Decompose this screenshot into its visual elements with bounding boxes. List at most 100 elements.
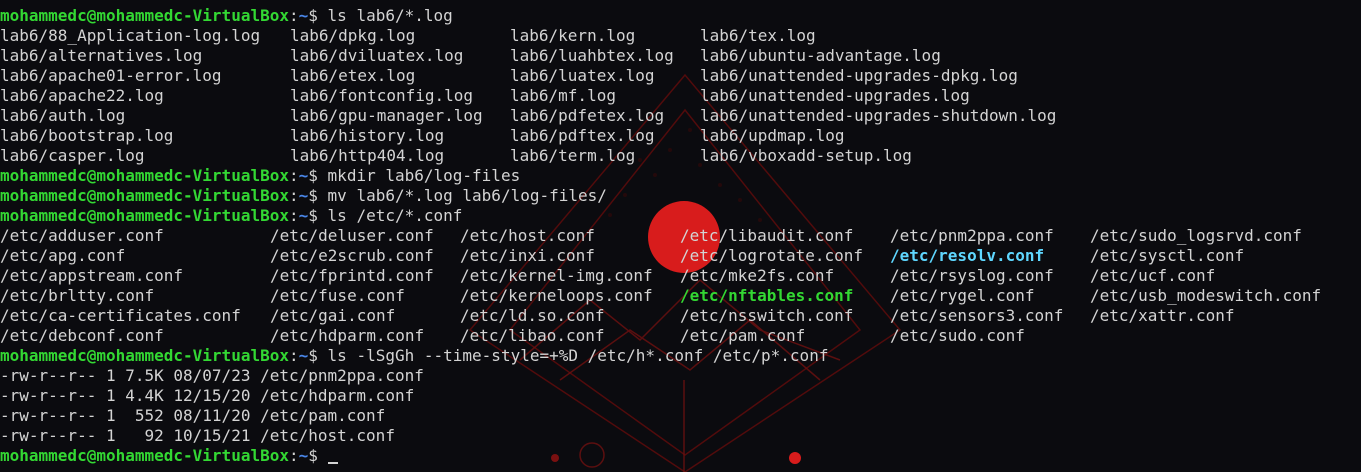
prompt-path: ~ [298,206,309,225]
file-entry: /etc/nsswitch.conf [680,306,854,325]
file-entry: lab6/alternatives.log [0,46,203,65]
prompt-line: mohammedc@mohammedc-VirtualBox:~$ mv lab… [0,186,1361,206]
file-entry: lab6/unattended-upgrades.log [700,86,970,105]
file-entry: /etc/usb_modeswitch.conf [1090,286,1322,305]
file-entry: /etc/sysctl.conf [1090,246,1245,265]
file-entry: lab6/bootstrap.log [0,126,174,145]
prompt-symbol: $ [308,446,318,465]
file-entry: /etc/ca-certificates.conf [0,306,241,325]
file-entry: /etc/gai.conf [270,306,396,325]
file-entry: lab6/apache01-error.log [0,66,222,85]
prompt-colon: : [288,446,299,465]
file-entry: /etc/fprintd.conf [270,266,434,285]
conf-listing-row: /etc/adduser.conf/etc/deluser.conf/etc/h… [0,226,1361,246]
file-entry: lab6/updmap.log [700,126,845,145]
file-entry: lab6/kern.log [510,26,636,45]
command-text: mkdir lab6/log-files [327,166,521,185]
file-entry: /etc/pam.conf [680,326,806,345]
file-entry: /etc/deluser.conf [270,226,434,245]
log-listing-row: lab6/bootstrap.log lab6/history.log lab6/p… [0,126,1361,146]
command-text: ls -lSgGh --time-style=+%D /etc/h*.conf … [327,346,829,365]
prompt-line: mohammedc@mohammedc-VirtualBox:~$ [0,446,1361,466]
file-entry: /etc/ld.so.conf [460,306,605,325]
long-listing-entry: -rw-r--r-- 1 4.4K 12/15/20 /etc/hdparm.c… [0,386,415,405]
file-entry: /etc/debconf.conf [0,326,164,345]
file-entry: /etc/apg.conf [0,246,126,265]
prompt-user-host: mohammedc@mohammedc-VirtualBox [0,206,289,225]
prompt-line: mohammedc@mohammedc-VirtualBox:~$ mkdir … [0,166,1361,186]
log-listing-row: lab6/apache01-error.log lab6/etex.log lab6… [0,66,1361,86]
file-entry: lab6/pdftex.log [510,126,655,145]
file-entry: /etc/resolv.conf [890,246,1045,265]
file-entry: lab6/auth.log [0,106,126,125]
prompt-path: ~ [298,346,309,365]
file-entry: /etc/sudo_logsrvd.conf [1090,226,1302,245]
prompt-path: ~ [298,186,309,205]
file-entry: lab6/history.log [290,126,445,145]
prompt-colon: : [288,346,299,365]
file-entry: /etc/sudo.conf [890,326,1025,345]
file-entry: /etc/host.conf [460,226,595,245]
prompt-path: ~ [298,446,309,465]
file-entry: /etc/inxi.conf [460,246,595,265]
prompt-line: mohammedc@mohammedc-VirtualBox:~$ ls /et… [0,206,1361,226]
prompt-symbol: $ [308,346,318,365]
file-entry: lab6/dpkg.log [290,26,416,45]
prompt-symbol: $ [308,206,318,225]
file-entry: lab6/gpu-manager.log [290,106,483,125]
file-entry: /etc/ucf.conf [1090,266,1216,285]
log-listing-row: lab6/88_Application-log.log lab6/dpkg.log… [0,26,1361,46]
conf-listing-row: /etc/brltty.conf/etc/fuse.conf/etc/kerne… [0,286,1361,306]
prompt-line: mohammedc@mohammedc-VirtualBox:~$ ls lab… [0,6,1361,26]
prompt-symbol: $ [308,166,318,185]
prompt-line: mohammedc@mohammedc-VirtualBox:~$ ls -lS… [0,346,1361,366]
file-entry: /etc/hdparm.conf [270,326,425,345]
command-text: ls /etc/*.conf [327,206,463,225]
file-entry: lab6/88_Application-log.log [0,26,261,45]
prompt-user-host: mohammedc@mohammedc-VirtualBox [0,446,289,465]
file-entry: lab6/dviluatex.log [290,46,464,65]
file-entry: /etc/logrotate.conf [680,246,864,265]
prompt-colon: : [288,206,299,225]
file-entry: lab6/unattended-upgrades-dpkg.log [700,66,1018,85]
long-listing-row: -rw-r--r-- 1 7.5K 08/07/23 /etc/pnm2ppa.… [0,366,1361,386]
file-entry: /etc/sensors3.conf [890,306,1064,325]
file-entry: /etc/mke2fs.conf [680,266,835,285]
file-entry: /etc/brltty.conf [0,286,155,305]
prompt-user-host: mohammedc@mohammedc-VirtualBox [0,346,289,365]
file-entry: lab6/vboxadd-setup.log [700,146,912,165]
file-entry: /etc/rygel.conf [890,286,1035,305]
file-entry: lab6/mf.log [510,86,616,105]
log-listing-row: lab6/apache22.log lab6/fontconfig.log lab6… [0,86,1361,106]
file-entry: lab6/etex.log [290,66,416,85]
prompt-colon: : [288,186,299,205]
long-listing-entry: -rw-r--r-- 1 7.5K 08/07/23 /etc/pnm2ppa.… [0,366,424,385]
long-listing-row: -rw-r--r-- 1 92 10/15/21 /etc/host.conf [0,426,1361,446]
file-entry: /etc/adduser.conf [0,226,164,245]
file-entry: lab6/pdfetex.log [510,106,665,125]
long-listing-entry: -rw-r--r-- 1 552 08/11/20 /etc/pam.conf [0,406,386,425]
terminal-output: mohammedc@mohammedc-VirtualBox:~$ ls lab… [0,6,1361,466]
file-entry: /etc/xattr.conf [1090,306,1235,325]
text-cursor[interactable] [327,462,338,464]
file-entry: /etc/kernel-img.conf [460,266,653,285]
long-listing-entry: -rw-r--r-- 1 92 10/15/21 /etc/host.conf [0,426,395,445]
file-entry: /etc/e2scrub.conf [270,246,434,265]
prompt-user-host: mohammedc@mohammedc-VirtualBox [0,166,289,185]
conf-listing-row: /etc/ca-certificates.conf/etc/gai.conf/e… [0,306,1361,326]
file-entry: lab6/unattended-upgrades-shutdown.log [700,106,1057,125]
file-entry: lab6/apache22.log [0,86,164,105]
prompt-colon: : [288,166,299,185]
conf-listing-row: /etc/debconf.conf/etc/hdparm.conf/etc/li… [0,326,1361,346]
log-listing-row: lab6/casper.log lab6/http404.log lab6/term… [0,146,1361,166]
file-entry: /etc/rsyslog.conf [890,266,1054,285]
file-entry: lab6/term.log [510,146,636,165]
file-entry: /etc/appstream.conf [0,266,184,285]
log-listing-row: lab6/alternatives.log lab6/dviluatex.log l… [0,46,1361,66]
command-text: mv lab6/*.log lab6/log-files/ [327,186,607,205]
terminal-window[interactable]: mohammedc@mohammedc-VirtualBox:~$ ls lab… [0,0,1361,472]
